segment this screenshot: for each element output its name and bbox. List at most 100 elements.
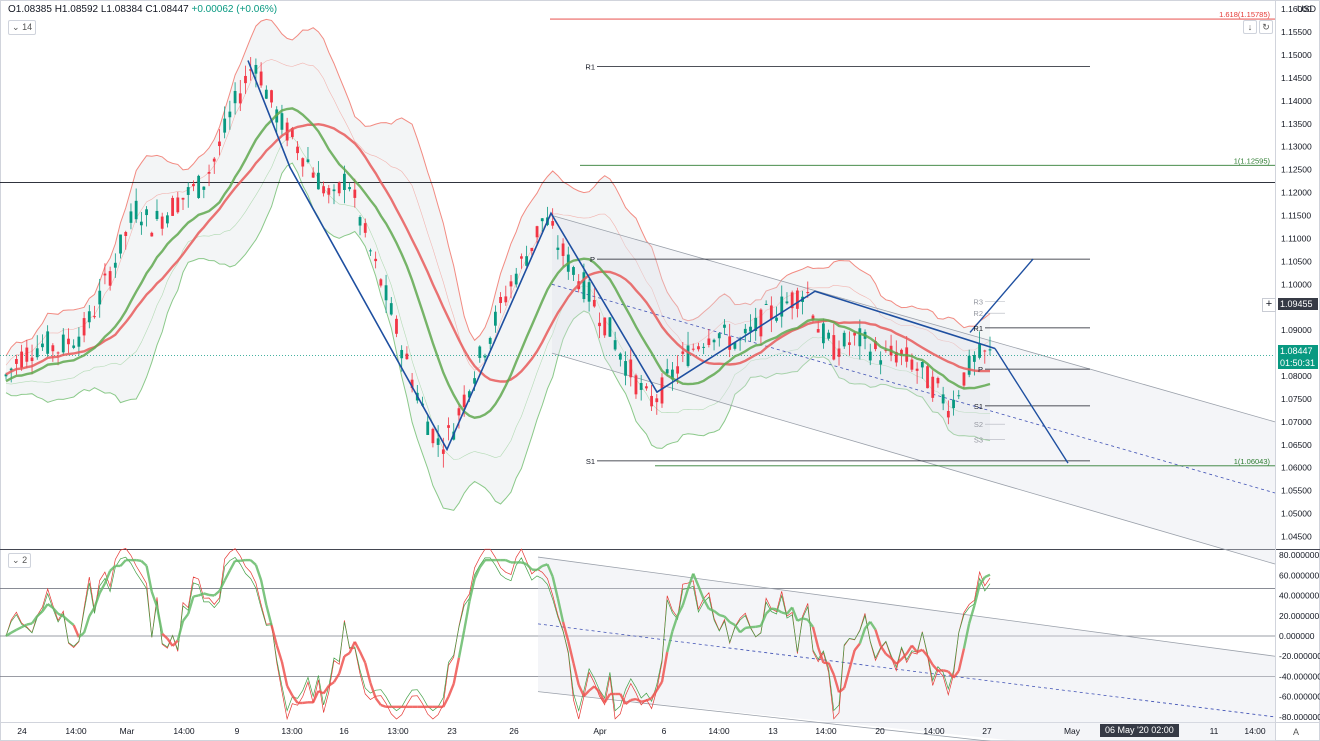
candle-body xyxy=(363,223,367,233)
candle-body xyxy=(618,353,622,360)
osc-smooth-segment xyxy=(103,570,112,584)
candle-body xyxy=(728,336,732,350)
candle-body xyxy=(509,281,513,287)
candle-body xyxy=(238,93,242,104)
candle-body xyxy=(551,221,555,226)
osc-smooth-segment xyxy=(745,626,751,630)
candle-body xyxy=(603,317,607,336)
arrow-down-icon[interactable]: ↓ xyxy=(1243,20,1257,34)
time-tick-label: 13 xyxy=(768,726,778,736)
candle-body xyxy=(806,291,810,294)
candle-body xyxy=(821,323,825,344)
candle-body xyxy=(592,299,596,307)
time-tick-label: 6 xyxy=(662,726,667,736)
candle-body xyxy=(228,111,232,118)
chart-canvas[interactable]: 1.618(1.15785) 1(1.12595) 1(1.06043) R1 P S1 R… xyxy=(0,0,1320,741)
candle-body xyxy=(98,290,102,305)
price-tick-label: 1.13000 xyxy=(1281,142,1312,152)
candle-body xyxy=(858,328,862,347)
candle-body xyxy=(561,243,565,256)
osc-smooth-segment xyxy=(150,591,159,608)
fib-level-label: 1(1.06043) xyxy=(1234,457,1271,466)
ohlc-change: +0.00062 (+0.06%) xyxy=(191,4,278,15)
candle-body xyxy=(233,90,237,104)
osc-smooth-segment xyxy=(265,604,273,626)
candle-body xyxy=(702,346,706,348)
osc-tick-label: -60.000000 xyxy=(1279,692,1320,702)
candle-body xyxy=(139,221,143,226)
time-tick-label: Mar xyxy=(120,726,135,736)
refresh-icon[interactable]: ↻ xyxy=(1259,20,1273,34)
candle-body xyxy=(665,369,669,374)
pane2-badge[interactable]: ⌄ 2 xyxy=(8,553,32,568)
pivot-level-label: S2 xyxy=(974,420,983,429)
candle-body xyxy=(957,395,961,397)
osc-smooth-segment xyxy=(521,561,528,566)
osc-smooth-segment xyxy=(249,559,257,566)
fib-level-label: 1(1.12595) xyxy=(1234,156,1271,165)
osc-smooth-segment xyxy=(119,559,127,567)
osc-smooth-segment xyxy=(208,593,215,597)
time-tick-label: 26 xyxy=(509,726,519,736)
candle-body xyxy=(270,90,273,103)
candle-body xyxy=(254,64,258,74)
osc-smooth-segment xyxy=(67,619,75,626)
candle-body xyxy=(967,355,971,375)
candle-body xyxy=(218,141,221,147)
osc-smooth-segment xyxy=(771,607,777,611)
candle-body xyxy=(530,247,534,252)
candle-body xyxy=(759,309,763,337)
auto-scale-icon[interactable]: A xyxy=(1290,726,1302,738)
candle-body xyxy=(842,332,846,347)
candle-body xyxy=(103,273,107,276)
candle-body xyxy=(327,188,331,195)
candle-body xyxy=(941,394,945,404)
candle-body xyxy=(93,316,96,318)
candle-body xyxy=(212,158,216,162)
osc-smooth-segment xyxy=(358,651,367,664)
candle-body xyxy=(613,340,617,350)
time-tick-label: May xyxy=(1064,726,1081,736)
osc-smooth-segment xyxy=(223,569,231,582)
candle-body xyxy=(697,346,700,350)
candle-body xyxy=(35,348,39,358)
indicator-count-badge[interactable]: ⌄ 14 xyxy=(8,20,37,35)
price-tick-label: 1.06000 xyxy=(1281,463,1312,473)
candle-body xyxy=(650,395,653,407)
pivot-level-label: P xyxy=(590,255,595,264)
candle-body xyxy=(369,250,372,252)
candle-body xyxy=(61,334,65,353)
candle-body xyxy=(978,344,981,358)
time-tick-label: 9 xyxy=(235,726,240,736)
osc-smooth-segment xyxy=(640,699,647,703)
crosshair-date-tag: 06 May '20 02:00 xyxy=(1100,724,1179,737)
osc-tick-label: 20.000000 xyxy=(1279,611,1319,621)
candle-body xyxy=(348,187,352,190)
candle-body xyxy=(280,113,284,130)
chevron-down-icon: ⌄ xyxy=(12,555,20,565)
time-tick-label: 14:00 xyxy=(708,726,730,736)
candle-body xyxy=(395,318,398,334)
add-alert-plus-icon[interactable]: + xyxy=(1262,298,1276,312)
ohlc-values: O1.08385 H1.08592 L1.08384 C1.08447 xyxy=(8,4,189,15)
osc-smooth-segment xyxy=(380,703,387,708)
osc-smooth-segment xyxy=(457,630,466,658)
candle-body xyxy=(827,332,831,339)
price-tick-label: 1.15000 xyxy=(1281,50,1312,60)
candle-body xyxy=(160,216,164,229)
pivot-level-label: R1 xyxy=(585,62,595,71)
candle-body xyxy=(192,184,195,187)
candle-body xyxy=(322,186,325,194)
candle-body xyxy=(639,382,643,390)
candle-body xyxy=(483,355,487,358)
price-tick-label: 1.13500 xyxy=(1281,119,1312,129)
osc-smooth-segment xyxy=(364,662,372,684)
candle-body xyxy=(82,318,86,336)
price-tick-label: 1.12000 xyxy=(1281,188,1312,198)
osc-smooth-segment xyxy=(140,560,148,567)
candle-body xyxy=(572,267,575,275)
candle-body xyxy=(972,354,976,362)
candle-body xyxy=(598,322,601,327)
price-tick-label: 1.10000 xyxy=(1281,279,1312,289)
candle-body xyxy=(207,171,211,174)
